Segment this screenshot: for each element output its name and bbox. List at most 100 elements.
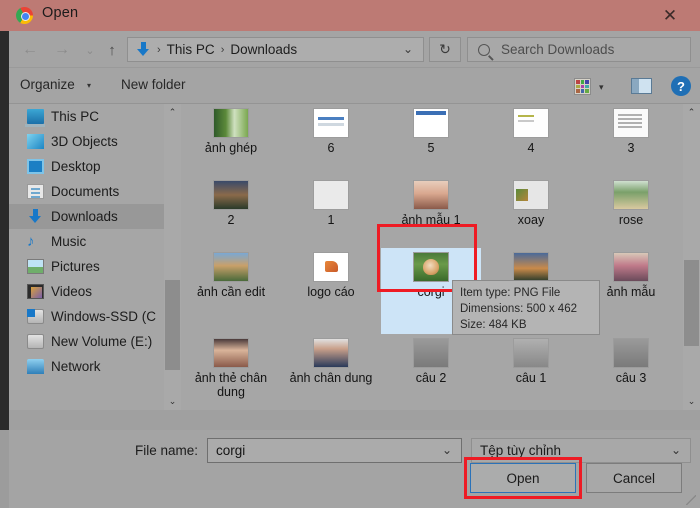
file-grid: ảnh ghép 6 5 4 3 2 1 ảnh mẫu 1 xoay rose…	[181, 104, 683, 410]
file-list-scrollbar[interactable]: ⌃ ⌄	[683, 104, 700, 410]
file-thumbnail	[613, 338, 649, 368]
scrollbar-thumb[interactable]	[165, 280, 180, 370]
file-thumbnail	[613, 180, 649, 210]
sidebar-item-windows-ssd[interactable]: Windows-SSD (C	[9, 304, 181, 329]
scroll-up-icon[interactable]: ⌃	[164, 104, 181, 121]
sidebar-item-3d-objects[interactable]: 3D Objects	[9, 129, 181, 154]
downloads-arrow-icon	[136, 42, 151, 57]
open-button[interactable]: Open	[470, 463, 576, 493]
file-item[interactable]: xoay	[481, 176, 581, 248]
file-item[interactable]: ảnh mẫu 1	[381, 176, 481, 248]
new-folder-button[interactable]: New folder	[121, 77, 186, 92]
back-icon[interactable]: ←	[19, 39, 41, 61]
file-item[interactable]: ảnh cần edit	[181, 248, 281, 334]
file-label: logo cáo	[307, 285, 355, 299]
breadcrumb-this-pc[interactable]: This PC	[167, 42, 215, 57]
file-thumbnail	[413, 180, 449, 210]
sidebar-item-label: New Volume (E:)	[51, 334, 153, 349]
help-icon[interactable]: ?	[671, 76, 691, 96]
file-item[interactable]: logo cáo	[281, 248, 381, 334]
file-tooltip: Item type: PNG File Dimensions: 500 x 46…	[452, 280, 600, 335]
file-label: 6	[327, 141, 335, 155]
breadcrumb[interactable]: › This PC › Downloads ⌄	[127, 37, 424, 62]
up-icon[interactable]: ↑	[101, 39, 123, 61]
sidebar-item-documents[interactable]: Documents	[9, 179, 181, 204]
tooltip-size: Size: 484 KB	[460, 319, 527, 331]
file-item[interactable]: 6	[281, 104, 381, 176]
sidebar-item-pictures[interactable]: Pictures	[9, 254, 181, 279]
sidebar-item-this-pc[interactable]: This PC	[9, 104, 181, 129]
sidebar-item-label: This PC	[51, 109, 100, 124]
file-item[interactable]: 2	[181, 176, 281, 248]
chevron-down-icon[interactable]: ⌄	[403, 42, 413, 56]
chevron-down-icon[interactable]: ⌄	[442, 443, 452, 457]
file-item[interactable]: câu 2	[381, 334, 481, 410]
scroll-up-icon[interactable]: ⌃	[683, 104, 700, 121]
forward-icon[interactable]: →	[51, 39, 73, 61]
file-name-input[interactable]: corgi ⌄	[207, 438, 462, 463]
refresh-button[interactable]: ↻	[429, 37, 461, 62]
close-icon[interactable]: ✕	[648, 0, 692, 31]
sidebar-item-desktop[interactable]: Desktop	[9, 154, 181, 179]
file-thumbnail	[213, 180, 249, 210]
sidebar-item-videos[interactable]: Videos	[9, 279, 181, 304]
cancel-button[interactable]: Cancel	[586, 463, 682, 493]
scrollbar-thumb[interactable]	[684, 260, 699, 346]
file-item[interactable]: rose	[581, 176, 681, 248]
recent-locations-icon[interactable]: ⌄	[79, 39, 101, 61]
sidebar-item-downloads[interactable]: Downloads	[9, 204, 181, 229]
file-thumbnail	[313, 108, 349, 138]
chevron-down-icon[interactable]: ⌄	[671, 443, 681, 457]
file-label: 4	[527, 141, 535, 155]
sidebar-item-label: Downloads	[51, 209, 118, 224]
pc-icon	[25, 109, 45, 127]
drive-icon	[27, 334, 44, 349]
file-item[interactable]: ảnh thẻ chân dung	[181, 334, 281, 410]
downloads-icon	[27, 209, 44, 224]
file-item[interactable]: ảnh ghép	[181, 104, 281, 176]
window-title: Open	[42, 5, 79, 21]
tooltip-item-type: Item type: PNG File	[460, 287, 561, 299]
file-label: ảnh chân dung	[289, 371, 373, 385]
file-item[interactable]: 5	[381, 104, 481, 176]
search-box[interactable]: Search Downloads	[467, 37, 691, 62]
file-label: 5	[427, 141, 435, 155]
file-list: ảnh ghép 6 5 4 3 2 1 ảnh mẫu 1 xoay rose…	[181, 104, 683, 410]
file-item[interactable]: 4	[481, 104, 581, 176]
3d-objects-icon	[27, 134, 44, 149]
sidebar-item-music[interactable]: ♪ Music	[9, 229, 181, 254]
breadcrumb-downloads[interactable]: Downloads	[230, 42, 297, 57]
file-item[interactable]: 1	[281, 176, 381, 248]
chevron-down-icon[interactable]: ▾	[87, 81, 91, 90]
view-options-icon[interactable]	[574, 78, 591, 95]
sidebar-item-label: Desktop	[51, 159, 101, 174]
file-label: corgi	[417, 285, 445, 299]
file-type-value: Tệp tùy chỉnh	[480, 443, 562, 458]
file-label: xoay	[517, 213, 545, 227]
file-item[interactable]: ảnh chân dung	[281, 334, 381, 410]
pictures-icon	[27, 259, 44, 274]
sidebar-item-label: Pictures	[51, 259, 100, 274]
resize-grip[interactable]	[686, 495, 696, 505]
file-item[interactable]: câu 3	[581, 334, 681, 410]
file-label: ảnh cần edit	[196, 285, 266, 299]
breadcrumb-separator-2: ›	[220, 43, 225, 56]
scroll-down-icon[interactable]: ⌄	[683, 393, 700, 410]
sidebar-scrollbar[interactable]: ⌃ ⌄	[164, 104, 181, 410]
organize-button[interactable]: Organize	[20, 77, 75, 92]
file-type-filter[interactable]: Tệp tùy chỉnh ⌄	[471, 438, 691, 463]
sidebar-item-label: Documents	[51, 184, 120, 199]
file-item[interactable]: câu 1	[481, 334, 581, 410]
sidebar-item-network[interactable]: Network	[9, 354, 181, 379]
search-input[interactable]: Search Downloads	[501, 42, 614, 57]
file-item[interactable]: 3	[581, 104, 681, 176]
sidebar-item-label: 3D Objects	[51, 134, 118, 149]
scroll-down-icon[interactable]: ⌄	[164, 393, 181, 410]
preview-pane-icon[interactable]	[631, 78, 652, 94]
file-thumbnail	[313, 180, 349, 210]
title-bar: Open ✕	[0, 0, 700, 31]
chevron-down-icon[interactable]: ▾	[599, 82, 604, 93]
documents-icon	[27, 184, 44, 199]
sidebar-item-new-volume[interactable]: New Volume (E:)	[9, 329, 181, 354]
file-thumbnail	[613, 108, 649, 138]
